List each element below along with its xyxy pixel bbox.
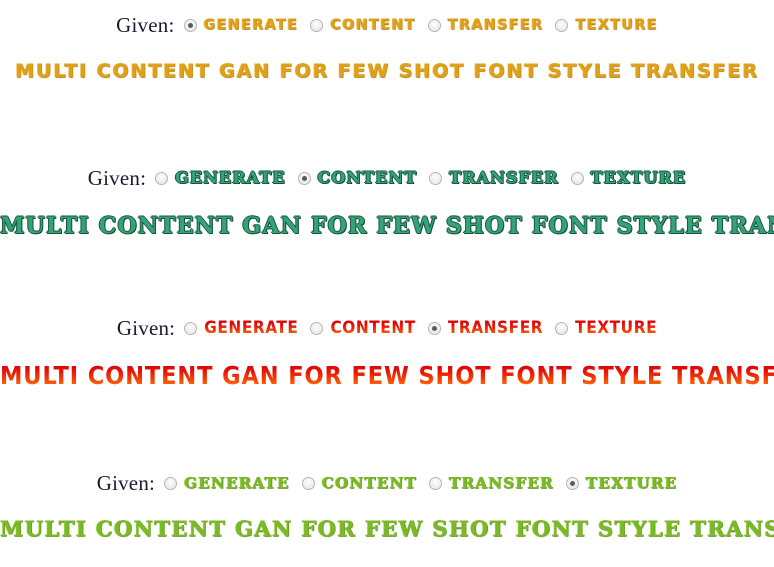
radio-label-transfer: TRANSFER xyxy=(447,317,544,338)
radio-label-texture: TEXTURE xyxy=(575,17,658,33)
radio-option-content[interactable]: CONTENT xyxy=(310,317,416,338)
radio-option-texture[interactable]: TEXTURE xyxy=(555,317,658,338)
radio-texture-icon[interactable] xyxy=(555,18,569,32)
radio-label-transfer: TRANSFER xyxy=(449,473,554,492)
given-label: Given: xyxy=(116,315,176,340)
radio-label-transfer: TRANSFER xyxy=(447,17,544,33)
given-label: Given: xyxy=(96,470,156,495)
radio-option-content[interactable]: CONTENT xyxy=(297,168,418,187)
given-row: Given: GENERATE CONTENT TRANSFER TEXTURE xyxy=(0,163,774,193)
radio-option-generate[interactable]: GENERATE xyxy=(183,17,299,33)
styled-headline: MULTI CONTENT GAN FOR FEW SHOT FONT STYL… xyxy=(0,213,774,239)
radio-option-content[interactable]: CONTENT xyxy=(310,18,415,32)
radio-option-transfer[interactable]: TRANSFER xyxy=(429,473,554,492)
radio-option-generate[interactable]: GENERATE xyxy=(155,170,285,186)
given-row: Given: GENERATE CONTENT TRANSFER TEXTURE xyxy=(0,10,774,40)
radio-option-transfer[interactable]: TRANSFER xyxy=(429,170,558,186)
radio-option-generate[interactable]: GENERATE xyxy=(164,473,290,492)
sample-block-gold: Given: GENERATE CONTENT TRANSFER TEXTURE… xyxy=(0,10,774,81)
given-row: Given: GENERATE CONTENT TRANSFER TEXTURE xyxy=(0,313,774,343)
radio-content-icon[interactable] xyxy=(297,171,311,185)
radio-label-texture: TEXTURE xyxy=(590,168,687,187)
radio-label-content: CONTENT xyxy=(330,317,416,338)
radio-texture-icon[interactable] xyxy=(570,171,584,185)
headline-row: MULTI CONTENT GAN FOR FEW SHOT FONT STYL… xyxy=(0,363,774,388)
sample-block-lime: Given: GENERATE CONTENT TRANSFER TEXTURE… xyxy=(0,468,774,540)
radio-transfer-icon[interactable] xyxy=(429,476,443,490)
radio-generate-icon[interactable] xyxy=(184,321,198,335)
radio-option-transfer[interactable]: TRANSFER xyxy=(427,17,544,33)
headline-row: MULTI CONTENT GAN FOR FEW SHOT FONT STYL… xyxy=(0,62,774,81)
radio-texture-icon[interactable] xyxy=(555,321,569,335)
radio-label-texture: TEXTURE xyxy=(575,317,658,338)
headline-row: MULTI CONTENT GAN FOR FEW SHOT FONT STYL… xyxy=(0,518,774,540)
styled-headline: MULTI CONTENT GAN FOR FEW SHOT FONT STYL… xyxy=(0,363,774,388)
given-row: Given: GENERATE CONTENT TRANSFER TEXTURE xyxy=(0,468,774,498)
sample-block-green: Given: GENERATE CONTENT TRANSFER TEXTURE… xyxy=(0,163,774,237)
radio-label-texture: TEXTURE xyxy=(585,473,678,492)
radio-generate-icon[interactable] xyxy=(155,171,169,185)
sample-block-red: Given: GENERATE CONTENT TRANSFER TEXTURE… xyxy=(0,313,774,388)
radio-transfer-icon[interactable] xyxy=(427,321,441,335)
styled-headline: MULTI CONTENT GAN FOR FEW SHOT FONT STYL… xyxy=(15,60,759,82)
radio-option-texture[interactable]: TEXTURE xyxy=(565,473,678,492)
radio-label-transfer: TRANSFER xyxy=(449,168,559,187)
radio-option-transfer[interactable]: TRANSFER xyxy=(427,317,544,338)
radio-label-content: CONTENT xyxy=(317,168,418,187)
font-style-transfer-page: Given: GENERATE CONTENT TRANSFER TEXTURE… xyxy=(0,0,774,567)
radio-option-generate[interactable]: GENERATE xyxy=(184,317,299,338)
radio-label-generate: GENERATE xyxy=(175,168,286,187)
radio-generate-icon[interactable] xyxy=(164,476,178,490)
radio-label-content: CONTENT xyxy=(321,473,418,492)
radio-content-icon[interactable] xyxy=(301,476,315,490)
radio-content-icon[interactable] xyxy=(310,18,324,32)
radio-transfer-icon[interactable] xyxy=(427,18,441,32)
radio-content-icon[interactable] xyxy=(310,321,324,335)
given-label: Given: xyxy=(87,165,147,190)
radio-generate-icon[interactable] xyxy=(183,18,197,32)
radio-option-content[interactable]: CONTENT xyxy=(301,473,418,492)
radio-label-content: CONTENT xyxy=(330,17,416,33)
radio-label-generate: GENERATE xyxy=(203,17,299,33)
styled-headline: MULTI CONTENT GAN FOR FEW SHOT FONT STYL… xyxy=(0,516,774,541)
radio-label-generate: GENERATE xyxy=(204,317,299,338)
headline-row: MULTI CONTENT GAN FOR FEW SHOT FONT STYL… xyxy=(0,215,774,237)
radio-texture-icon[interactable] xyxy=(565,476,579,490)
radio-label-generate: GENERATE xyxy=(184,473,290,492)
given-label: Given: xyxy=(116,12,175,37)
radio-option-texture[interactable]: TEXTURE xyxy=(555,18,657,32)
radio-option-texture[interactable]: TEXTURE xyxy=(570,168,687,187)
radio-transfer-icon[interactable] xyxy=(429,171,443,185)
